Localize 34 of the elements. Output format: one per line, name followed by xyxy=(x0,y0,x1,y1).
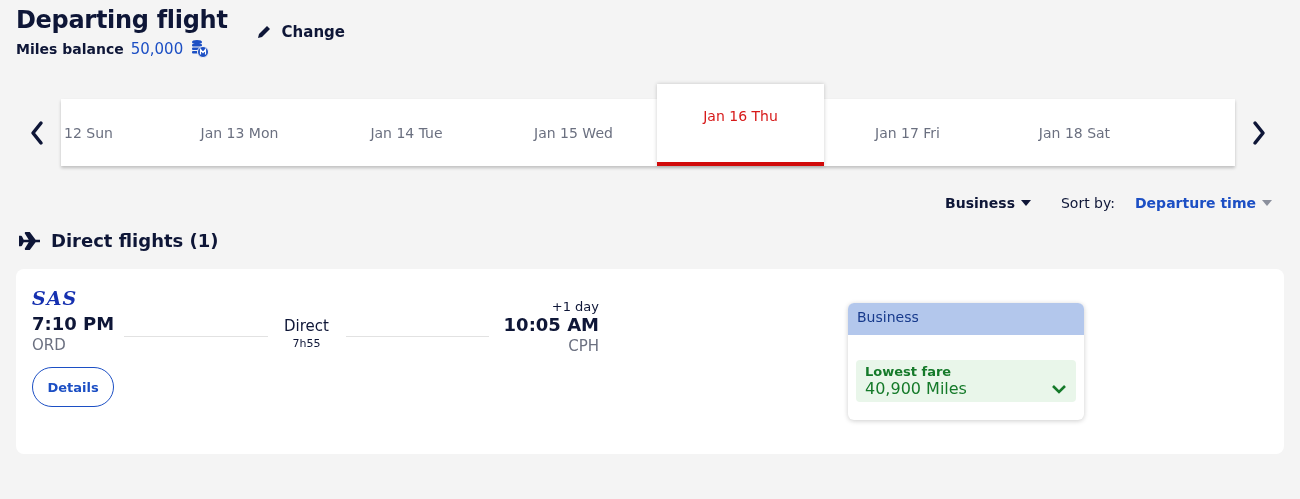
date-tab[interactable]: Jan 18 Sat xyxy=(991,99,1158,166)
arrival-time: 10:05 AM xyxy=(503,314,599,335)
date-tab[interactable]: Jan 13 Mon xyxy=(156,99,323,166)
fare-option[interactable]: Lowest fare 40,900 Miles xyxy=(856,360,1076,402)
date-tab[interactable]: Jan 15 Wed xyxy=(490,99,657,166)
caret-icon xyxy=(1020,200,1031,206)
sort-dropdown[interactable]: Departure time xyxy=(1135,195,1272,211)
date-tab[interactable]: Jan 16 Thu xyxy=(657,84,824,166)
section-title: Direct flights (1) xyxy=(51,230,219,251)
fare-price: 40,900 Miles xyxy=(865,379,967,398)
chevron-left-icon xyxy=(29,119,45,146)
date-tab[interactable]: 12 Sun xyxy=(61,99,156,166)
miles-value: 50,000 xyxy=(130,39,184,58)
date-tab[interactable]: Jan 14 Tue xyxy=(323,99,490,166)
chevron-right-icon xyxy=(1251,119,1267,146)
page-title: Departing flight xyxy=(16,5,228,35)
fare-cabin: Business xyxy=(848,303,1084,335)
sort-label: Sort by: xyxy=(1060,195,1115,211)
date-tab[interactable]: Jan 17 Fri xyxy=(824,99,991,166)
airline-logo: SAS xyxy=(32,287,78,309)
miles-label: Miles balance xyxy=(16,40,124,57)
stops-label: Direct xyxy=(284,316,329,335)
duration: 7h55 xyxy=(292,336,321,350)
departure-airport: ORD xyxy=(32,335,67,354)
airplane-icon xyxy=(19,231,41,250)
caret-icon xyxy=(1262,200,1272,206)
fare-label: Lowest fare xyxy=(865,364,953,379)
cabin-dropdown[interactable]: Business xyxy=(945,195,1031,211)
departure-time: 7:10 PM xyxy=(32,312,116,334)
day-offset: +1 day xyxy=(551,299,599,314)
pencil-icon xyxy=(255,24,272,40)
coins-icon xyxy=(190,39,210,58)
arrival-airport: CPH xyxy=(568,337,599,355)
change-button[interactable]: Change xyxy=(253,21,347,43)
